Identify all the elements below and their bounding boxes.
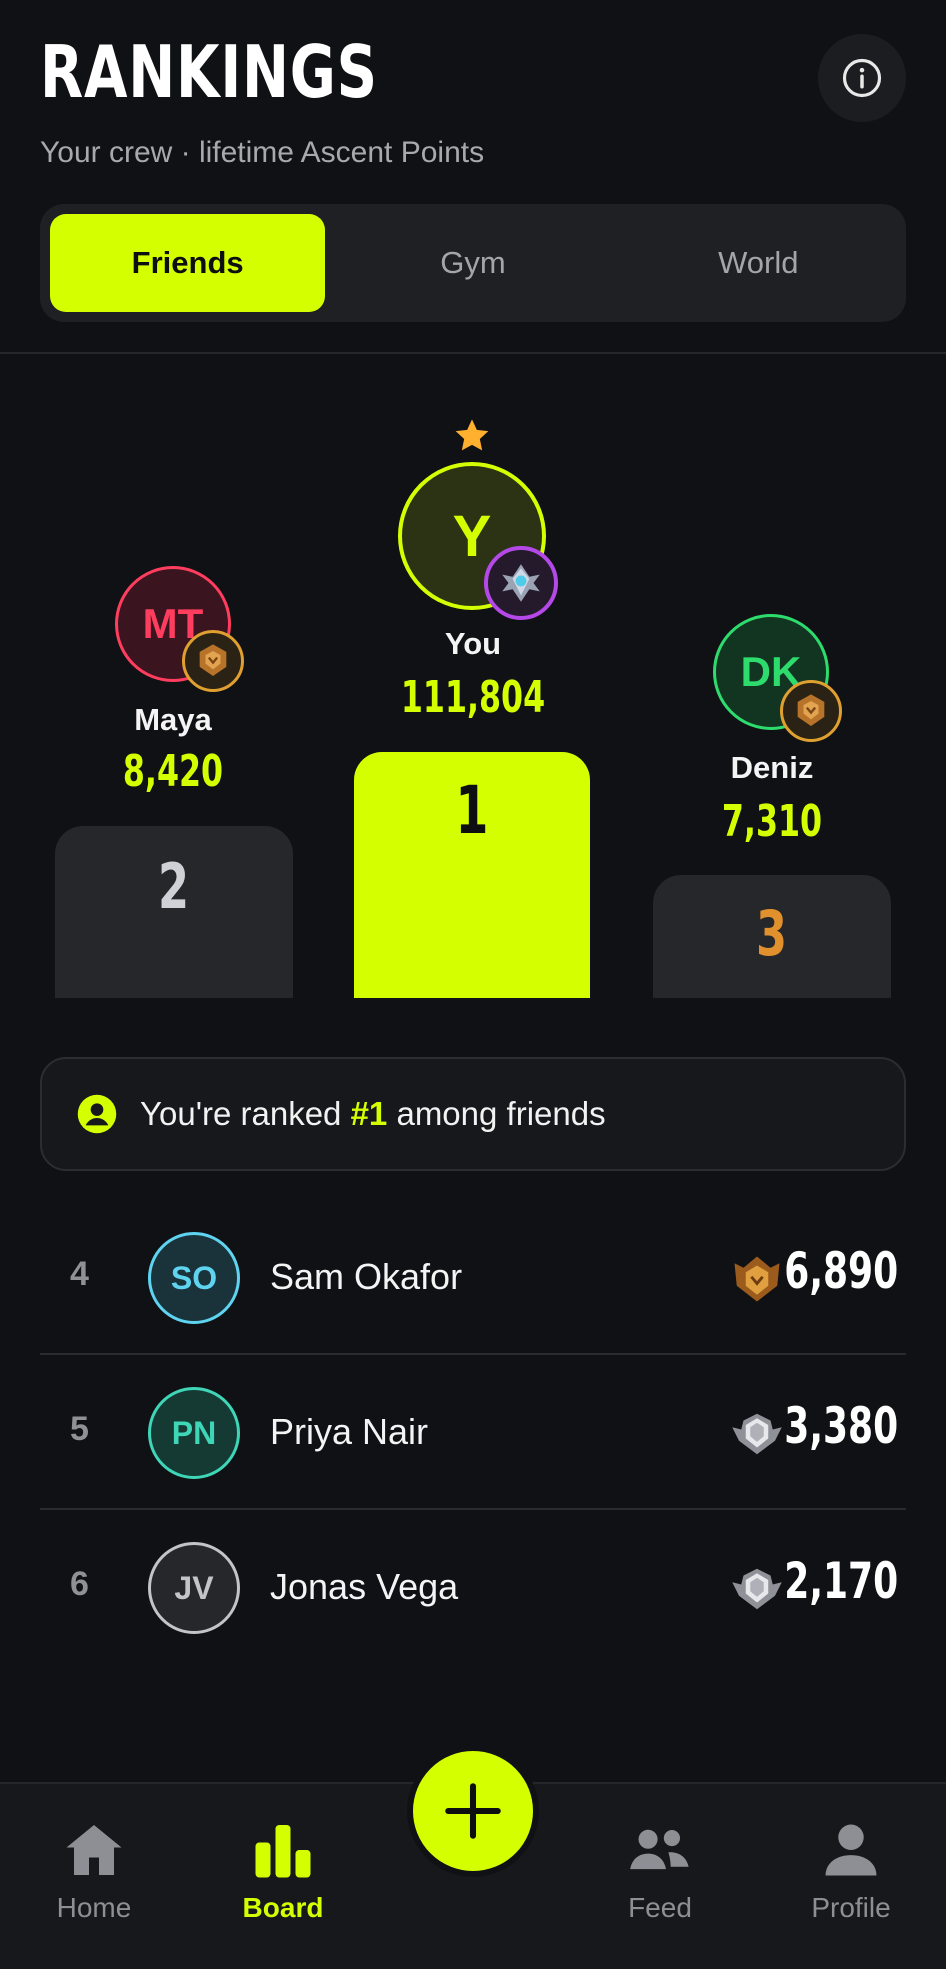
user-circle-icon (77, 1094, 117, 1134)
avatar-first-initials: Y (452, 503, 492, 569)
podium: Y You 111,804 1 MT Maya 8,420 2 DK Deniz… (0, 400, 946, 1000)
list-item[interactable]: 4 SO Sam Okafor 6,890 (40, 1200, 906, 1355)
list-item[interactable]: 6 JV Jonas Vega 2,170 (40, 1510, 906, 1665)
avatar: SO (148, 1232, 240, 1324)
bronze-tier-icon (734, 1256, 780, 1302)
rank-banner-text: You're ranked #1 among friends (140, 1095, 606, 1133)
bronze-tier-badge-icon (780, 680, 842, 742)
nav-profile[interactable]: Profile (761, 1820, 941, 1924)
header: RANKINGS Your crew · lifetime Ascent Poi… (40, 30, 906, 180)
podium-second-place: 2 (158, 850, 190, 923)
page-title: RANKINGS (40, 30, 378, 114)
avatar-initials: SO (170, 1259, 218, 1296)
diamond-tier-badge-icon (484, 546, 558, 620)
banner-prefix: You're ranked (140, 1095, 351, 1132)
podium-block-first: 1 (354, 752, 590, 998)
tab-gym[interactable]: Gym (335, 214, 610, 312)
tab-world[interactable]: World (621, 214, 896, 312)
list-item-name: Jonas Vega (270, 1566, 459, 1607)
info-icon (842, 58, 882, 98)
podium-third-name: Deniz (730, 750, 814, 785)
podium-block-second: 2 (55, 826, 293, 998)
banner-suffix: among friends (387, 1095, 606, 1132)
page-subtitle: Your crew · lifetime Ascent Points (40, 136, 485, 169)
podium-third-place: 3 (756, 897, 788, 970)
star-icon (455, 419, 489, 451)
list-item-rank: 6 (70, 1565, 89, 1603)
podium-first-name: You (444, 626, 502, 661)
list-item-score: 6,890 (784, 1242, 898, 1300)
bronze-tier-badge-icon (182, 630, 244, 692)
info-button[interactable] (818, 34, 906, 122)
list-item-rank: 5 (70, 1410, 89, 1448)
people-icon (630, 1829, 689, 1870)
list-item-rank: 4 (70, 1255, 89, 1293)
plus-icon (445, 1783, 501, 1839)
scope-tabs: Friends Gym World (40, 204, 906, 322)
nav-board-label: Board (242, 1892, 324, 1923)
avatar: PN (148, 1387, 240, 1479)
list-item-name: Priya Nair (270, 1411, 429, 1452)
list-item[interactable]: 5 PN Priya Nair 3,380 (40, 1355, 906, 1510)
nav-board[interactable]: Board (193, 1820, 373, 1924)
avatar: JV (148, 1542, 240, 1634)
avatar-initials: JV (174, 1569, 214, 1606)
nav-feed[interactable]: Feed (570, 1820, 750, 1924)
nav-home-label: Home (56, 1892, 132, 1923)
podium-third-score: 7,310 (721, 796, 823, 847)
rankings-list: 4 SO Sam Okafor 6,890 5 PN Priya Nair 3,… (40, 1200, 906, 1665)
nav-home[interactable]: Home (4, 1820, 184, 1924)
profile-icon (825, 1824, 877, 1876)
add-button[interactable] (407, 1745, 539, 1877)
podium-first-place: 1 (455, 772, 489, 849)
banner-rank: #1 (350, 1095, 388, 1132)
tab-friends[interactable]: Friends (50, 214, 326, 312)
podium-first-score: 111,804 (400, 672, 546, 723)
avatar-initials: PN (171, 1414, 217, 1451)
podium-second-score: 8,420 (122, 746, 224, 797)
list-item-score: 3,380 (784, 1397, 898, 1455)
home-icon (66, 1825, 122, 1875)
header-divider (0, 352, 946, 354)
list-item-score: 2,170 (784, 1552, 898, 1610)
podium-block-third: 3 (653, 875, 891, 998)
silver-tier-icon (732, 1413, 782, 1455)
nav-profile-label: Profile (811, 1892, 891, 1923)
podium-second-name: Maya (134, 702, 212, 737)
nav-feed-label: Feed (628, 1892, 692, 1923)
rank-banner: You're ranked #1 among friends (40, 1057, 906, 1171)
silver-tier-icon (732, 1568, 782, 1610)
list-item-name: Sam Okafor (270, 1256, 463, 1297)
leaderboard-icon (255, 1825, 311, 1878)
